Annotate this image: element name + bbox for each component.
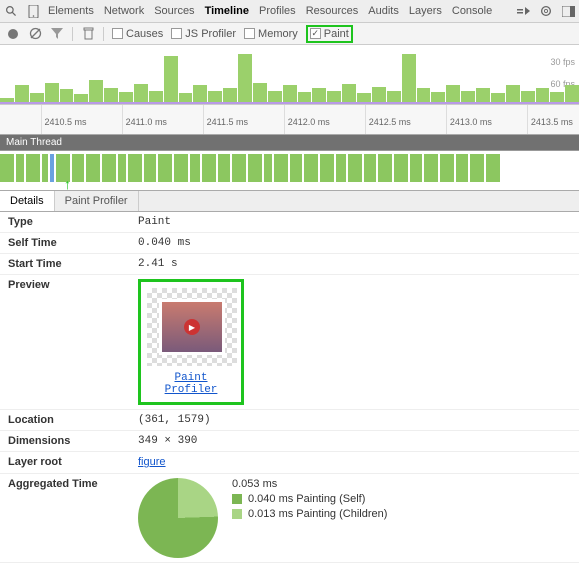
row-location: Location(361, 1579) [0, 410, 579, 431]
time-ruler[interactable]: 2410.5 ms 2411.0 ms 2411.5 ms 2412.0 ms … [0, 105, 579, 135]
causes-label: Causes [126, 28, 163, 40]
label-dimensions: Dimensions [8, 435, 138, 447]
row-aggregated-time: Aggregated Time 0.053 ms 0.040 ms Painti… [0, 474, 579, 563]
value-self-time: 0.040 ms [138, 237, 571, 249]
swatch-children [232, 509, 242, 519]
record-icon[interactable] [6, 27, 20, 41]
main-thread-label: Main Thread [0, 135, 579, 151]
filter-icon[interactable] [50, 27, 64, 41]
value-dimensions: 349 × 390 [138, 435, 571, 447]
tab-sources[interactable]: Sources [154, 5, 194, 17]
separator [72, 27, 73, 41]
row-dimensions: Dimensions349 × 390 [0, 431, 579, 452]
label-aggregated: Aggregated Time [8, 478, 138, 558]
label-location: Location [8, 414, 138, 426]
tab-layers[interactable]: Layers [409, 5, 442, 17]
search-icon[interactable] [4, 4, 18, 18]
tab-details[interactable]: Details [0, 191, 55, 211]
causes-checkbox[interactable]: Causes [112, 28, 163, 40]
tab-paint-profiler[interactable]: Paint Profiler [55, 191, 139, 211]
overview-bars [0, 51, 579, 104]
legend-self: 0.040 ms Painting (Self) [232, 493, 387, 505]
label-self-time: Self Time [8, 237, 138, 249]
ruler-tick: 2413.5 ms [527, 105, 573, 134]
ruler-tick: 2413.0 ms [446, 105, 492, 134]
tab-elements[interactable]: Elements [48, 5, 94, 17]
overview-pane[interactable]: 30 fps 60 fps [0, 45, 579, 105]
main-thread-track[interactable]: ↑ [0, 151, 579, 191]
gc-icon[interactable] [81, 27, 95, 41]
tab-audits[interactable]: Audits [368, 5, 399, 17]
legend-self-text: 0.040 ms Painting (Self) [248, 493, 365, 505]
ruler-tick: 2410.5 ms [41, 105, 87, 134]
preview-thumbnail [147, 288, 237, 366]
ruler-tick: 2412.5 ms [365, 105, 411, 134]
paint-check-highlight: ✓Paint [306, 25, 353, 43]
panel-tabs: Elements Network Sources Timeline Profil… [48, 5, 509, 17]
jsprofiler-label: JS Profiler [185, 28, 236, 40]
overview-purple-strip [0, 102, 579, 104]
drawer-toggle-icon[interactable] [517, 4, 531, 18]
tab-resources[interactable]: Resources [306, 5, 359, 17]
paint-checkbox[interactable]: ✓Paint [310, 28, 349, 40]
swatch-self [232, 494, 242, 504]
ruler-tick: 2412.0 ms [284, 105, 330, 134]
row-preview: Preview Paint Profiler [0, 275, 579, 410]
label-start-time: Start Time [8, 258, 138, 270]
ruler-tick: 2411.5 ms [203, 105, 248, 134]
label-type: Type [8, 216, 138, 228]
separator [103, 27, 104, 41]
paint-label: Paint [324, 28, 349, 40]
clear-icon[interactable] [28, 27, 42, 41]
timeline-subbar: Causes JS Profiler Memory ✓Paint [0, 23, 579, 45]
row-self-time: Self Time0.040 ms [0, 233, 579, 254]
aggregated-legend: 0.053 ms 0.040 ms Painting (Self) 0.013 … [232, 478, 387, 558]
preview-image [159, 299, 225, 355]
tab-console[interactable]: Console [452, 5, 492, 17]
row-layer-root: Layer rootfigure [0, 452, 579, 474]
label-preview: Preview [8, 279, 138, 405]
memory-checkbox[interactable]: Memory [244, 28, 298, 40]
jsprofiler-checkbox[interactable]: JS Profiler [171, 28, 236, 40]
label-layer-root: Layer root [8, 456, 138, 469]
device-icon[interactable] [26, 4, 40, 18]
aggregated-total: 0.053 ms [232, 478, 387, 490]
details-tabs: Details Paint Profiler [0, 191, 579, 212]
details-panel: TypePaint Self Time0.040 ms Start Time2.… [0, 212, 579, 563]
tab-timeline[interactable]: Timeline [205, 5, 249, 17]
aggregated-pie-chart [138, 478, 218, 558]
devtools-toolbar: Elements Network Sources Timeline Profil… [0, 0, 579, 23]
value-type: Paint [138, 216, 571, 228]
dock-icon[interactable] [561, 4, 575, 18]
legend-children: 0.013 ms Painting (Children) [232, 508, 387, 520]
value-start-time: 2.41 s [138, 258, 571, 270]
legend-children-text: 0.013 ms Painting (Children) [248, 508, 387, 520]
tab-profiles[interactable]: Profiles [259, 5, 296, 17]
selected-event-arrow-icon: ↑ [64, 176, 71, 192]
memory-label: Memory [258, 28, 298, 40]
tab-network[interactable]: Network [104, 5, 144, 17]
row-start-time: Start Time2.41 s [0, 254, 579, 275]
settings-gear-icon[interactable] [539, 4, 553, 18]
ruler-tick: 2411.0 ms [122, 105, 167, 134]
value-location: (361, 1579) [138, 414, 571, 426]
paint-profiler-link[interactable]: Paint Profiler [147, 372, 235, 396]
layer-root-link[interactable]: figure [138, 456, 166, 468]
row-type: TypePaint [0, 212, 579, 233]
preview-highlight-box: Paint Profiler [138, 279, 244, 405]
